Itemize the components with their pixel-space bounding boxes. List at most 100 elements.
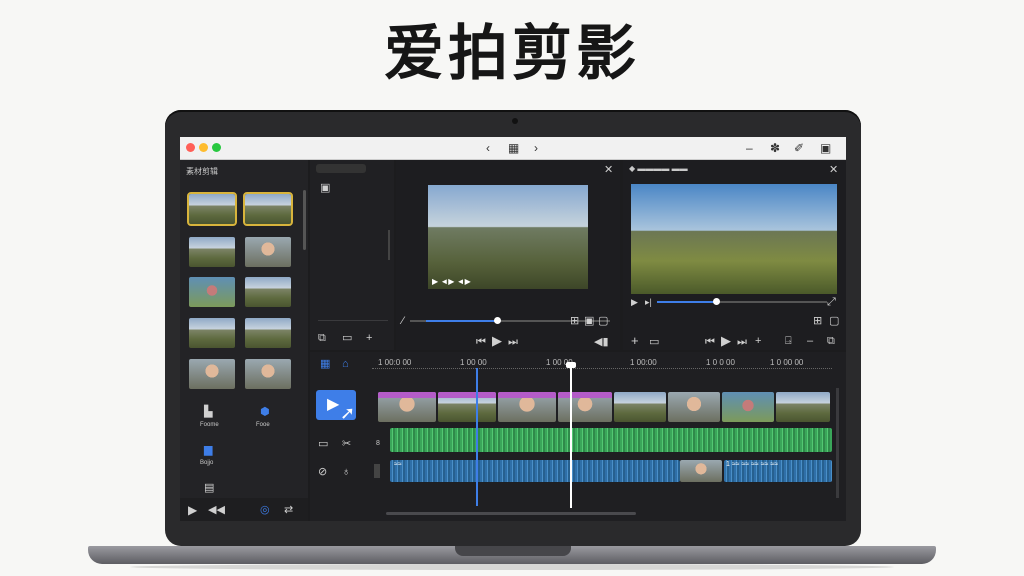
video-clip-5[interactable]	[614, 392, 666, 422]
volume-icon[interactable]: ◀▮	[594, 336, 609, 348]
media-thumb-3[interactable]	[189, 237, 235, 267]
export-icon[interactable]: ▣	[820, 140, 831, 156]
back-icon[interactable]: ‹	[486, 140, 490, 156]
video-clip-7[interactable]	[722, 392, 774, 422]
tools-scrollbar[interactable]	[388, 230, 390, 260]
camera-icon[interactable]: ▣	[320, 182, 330, 194]
video-clip-8[interactable]	[776, 392, 830, 422]
program-frame-icon[interactable]: ▢	[829, 315, 839, 327]
program-snapshot-icon[interactable]: ▭	[649, 336, 659, 348]
media-thumb-2[interactable]	[243, 192, 293, 226]
tool-label-3: Bojjo	[200, 460, 214, 466]
program-export-icon[interactable]: ⧉	[827, 335, 835, 347]
video-clip-3[interactable]	[498, 392, 556, 422]
ruler-mark-2: 1 00 00	[460, 358, 487, 367]
frame-view-icon[interactable]: ▣	[584, 315, 594, 327]
track-lock[interactable]	[374, 464, 380, 478]
crop-icon[interactable]: ⧉	[318, 332, 326, 344]
program-step-icon[interactable]: ▸|	[645, 296, 652, 308]
media-panel: 素材剪辑 ▙ Foome ⬢ Fooe ▆ Bojjo ▤ ▶ ◀◀ ◎ ⇄	[180, 160, 308, 521]
library-icon[interactable]: ▙	[204, 406, 212, 418]
source-frame[interactable]	[428, 185, 588, 289]
audio-track-blue[interactable]	[390, 460, 680, 482]
in-point-icon[interactable]: ⁄	[402, 315, 404, 327]
source-play-icon[interactable]: ▶	[492, 334, 502, 347]
clip-icon[interactable]: ▭	[318, 438, 328, 450]
minimize-button[interactable]	[199, 143, 208, 152]
program-play-icon[interactable]: ▶	[631, 296, 638, 308]
media-thumb-8[interactable]	[245, 318, 291, 348]
calendar-icon[interactable]: ▤	[204, 482, 214, 494]
minus-icon[interactable]: –	[746, 140, 753, 156]
media-thumb-9[interactable]	[189, 359, 235, 389]
pin-icon[interactable]: ✐	[794, 140, 804, 156]
audio-thumb-clip[interactable]	[680, 460, 722, 482]
loop-icon[interactable]: ◎	[260, 504, 270, 516]
play-tool-icon: ▶	[327, 396, 340, 413]
program-grid-icon[interactable]: ⊞	[813, 315, 822, 327]
next-frame-icon[interactable]: ⏭	[508, 336, 518, 348]
close-button[interactable]	[186, 143, 195, 152]
timeline-home-icon[interactable]: ⌂	[342, 358, 349, 370]
program-add-icon[interactable]: +	[631, 334, 639, 347]
fit-icon[interactable]: ▢	[598, 315, 608, 327]
shield-icon[interactable]: ⬢	[260, 406, 270, 418]
video-clip-4[interactable]	[558, 392, 612, 422]
audio-icon[interactable]: ◀◀	[208, 504, 225, 516]
source-progress	[426, 320, 496, 322]
forward-icon[interactable]: ›	[534, 140, 538, 156]
play-icon[interactable]: ▶	[188, 504, 197, 516]
bag-icon[interactable]: ▆	[204, 444, 212, 456]
video-clip-1[interactable]	[378, 392, 436, 422]
program-next-icon[interactable]: ⏭	[737, 336, 747, 348]
timeline: ▦ ⌂ 1 00:0 00 1 00 00 1 00 00 1 00:00 1 …	[310, 352, 846, 521]
effects-icon[interactable]: ✽	[770, 140, 780, 156]
media-thumb-5[interactable]	[189, 277, 235, 307]
program-minus-icon[interactable]: –	[807, 335, 813, 347]
tool-label-1: Foome	[200, 422, 219, 428]
tools-tab[interactable]	[316, 164, 366, 173]
close-program-icon[interactable]: ✕	[829, 164, 838, 176]
media-scrollbar[interactable]	[303, 190, 306, 250]
media-thumb-4[interactable]	[245, 237, 291, 267]
title-bar: ‹ ▦ › – ✽ ✐ ▣	[180, 137, 846, 160]
laptop-notch	[455, 546, 571, 556]
program-plus-icon[interactable]: +	[755, 335, 761, 347]
add-icon[interactable]: +	[366, 332, 372, 344]
media-thumb-7[interactable]	[189, 318, 235, 348]
program-progress	[657, 301, 715, 303]
media-thumb-10[interactable]	[245, 359, 291, 389]
program-fullscreen-icon[interactable]: ⤢	[827, 296, 836, 308]
transition-icon[interactable]: ⊘	[318, 466, 327, 478]
playhead[interactable]	[570, 364, 572, 508]
cursor-icon: ➚	[340, 403, 356, 423]
frame-icon[interactable]: ▭	[342, 332, 352, 344]
program-prev-icon[interactable]: ⏮	[705, 336, 715, 348]
media-thumb-6[interactable]	[245, 277, 291, 307]
mic-icon[interactable]: ♁	[342, 466, 350, 478]
media-thumb-1[interactable]	[187, 192, 237, 226]
media-controls: ▶ ◀◀ ◎ ⇄	[180, 498, 308, 521]
program-marker-icon[interactable]: ⍈	[785, 335, 792, 347]
audio-track-green[interactable]	[390, 428, 832, 452]
zoom-button[interactable]	[212, 143, 221, 152]
program-frame[interactable]	[631, 184, 837, 294]
timeline-layout-icon[interactable]: ▦	[320, 358, 330, 370]
video-clip-2[interactable]	[438, 392, 496, 422]
timeline-scrollbar[interactable]	[386, 512, 636, 515]
timeline-vscroll[interactable]	[836, 388, 839, 498]
close-viewer-icon[interactable]: ✕	[604, 164, 613, 176]
playhead-handle[interactable]	[566, 362, 576, 368]
secondary-playhead[interactable]	[476, 368, 478, 506]
ruler-mark-6: 1 0 00 00	[770, 358, 804, 367]
swap-icon[interactable]: ⇄	[284, 504, 293, 516]
prev-frame-icon[interactable]: ⏮	[476, 336, 486, 348]
program-viewer: ◆ ▬▬▬▬ ▬▬ ✕ ▶ ▸| ⤢ ⊞ ▢ + ▭ ⏮ ▶ ⏭ + ⍈ – ⧉	[623, 160, 846, 350]
blade-icon[interactable]: ✂	[342, 438, 351, 450]
video-clip-6[interactable]	[668, 392, 720, 422]
program-scrub-handle[interactable]	[713, 298, 720, 305]
source-scrub-handle[interactable]	[494, 317, 501, 324]
grid-icon[interactable]: ▦	[508, 140, 519, 156]
grid-view-icon[interactable]: ⊞	[570, 315, 579, 327]
program-main-play-icon[interactable]: ▶	[721, 334, 731, 347]
